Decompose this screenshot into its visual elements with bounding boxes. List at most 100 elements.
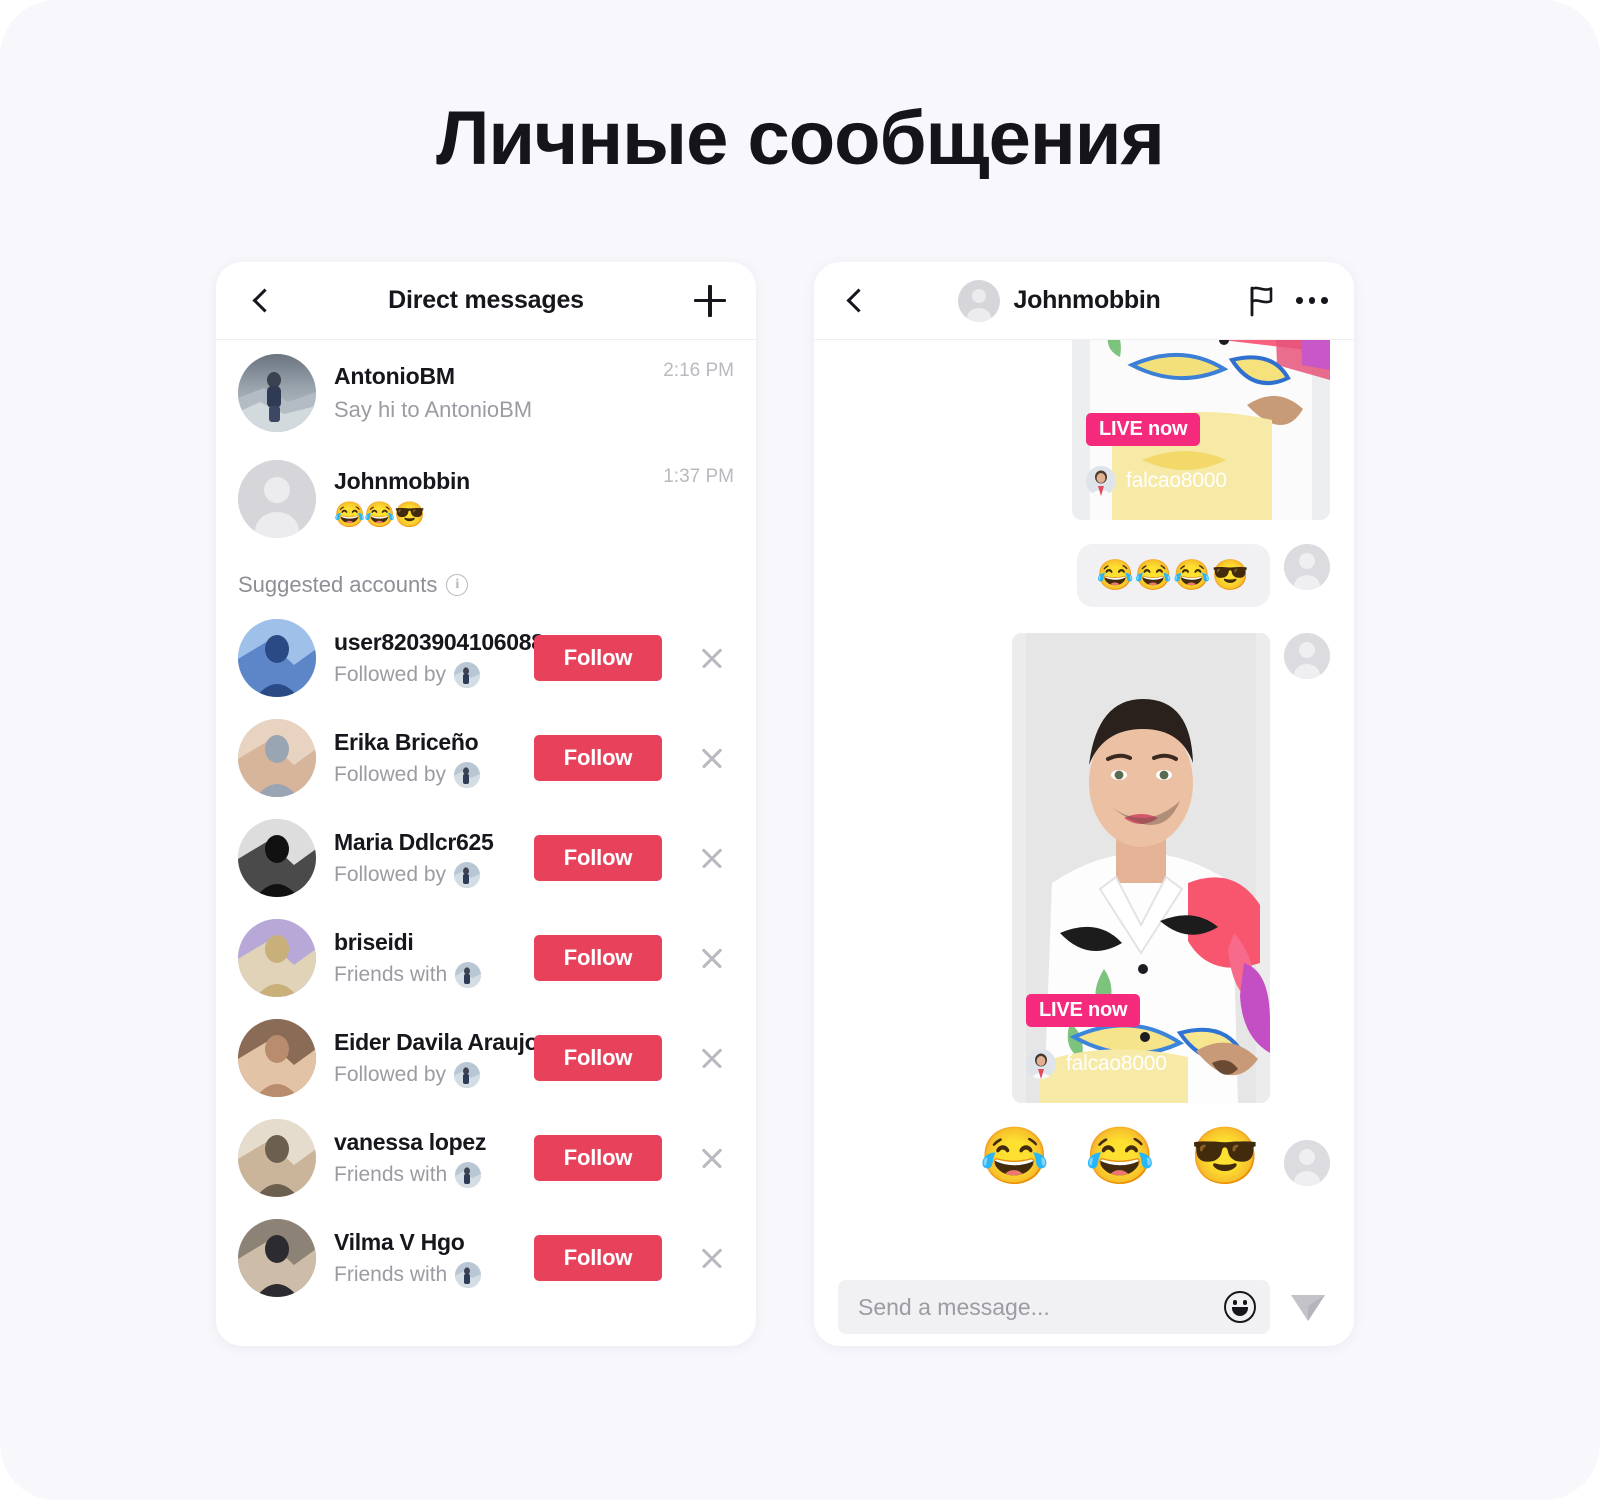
message-input-wrapper[interactable] [838, 1280, 1270, 1334]
avatar [238, 719, 316, 797]
follow-button[interactable]: Follow [534, 1135, 662, 1181]
avatar-photo [238, 1119, 316, 1197]
list-item[interactable]: Johnmobbin 😂😂😎 1:37 PM [216, 446, 756, 552]
list-item[interactable]: Eider Davila Araujo Followed by Follow [216, 1008, 756, 1108]
mutual-friend-avatar [454, 661, 481, 688]
suggested-accounts-label: Suggested accounts [238, 572, 438, 597]
message-bubble[interactable]: 😂😂😂😎 [1076, 544, 1270, 607]
dismiss-suggestion-button[interactable] [690, 936, 734, 980]
live-host-avatar-photo [1026, 1049, 1056, 1079]
mutual-friend-avatar [455, 1161, 482, 1188]
conversation-time: 1:37 PM [663, 466, 734, 487]
follow-button[interactable]: Follow [534, 935, 662, 981]
mutual-friend-avatar [454, 761, 481, 788]
account-relation: Followed by [334, 861, 516, 888]
list-item[interactable]: vanessa lopez Friends with Follow [216, 1108, 756, 1208]
list-item[interactable]: Maria Ddlcr625 Followed by Follow [216, 808, 756, 908]
follow-button[interactable]: Follow [534, 1035, 662, 1081]
live-username-row: falcao8000 [1086, 466, 1227, 496]
avatar-photo [238, 619, 316, 697]
account-relation-label: Followed by [334, 1062, 447, 1086]
default-avatar-icon [1284, 1140, 1330, 1186]
message-row: LIVE now falcao8000 [838, 633, 1330, 1103]
list-item-body: vanessa lopez Friends with [334, 1128, 516, 1188]
avatar [238, 819, 316, 897]
list-item-body: Eider Davila Araujo Followed by [334, 1028, 539, 1088]
list-item[interactable]: Erika Briceño Followed by Follow [216, 708, 756, 808]
live-host-avatar [1086, 466, 1116, 496]
dm-header: Direct messages [216, 262, 756, 340]
live-thumbnail [1012, 633, 1270, 1103]
follow-button[interactable]: Follow [534, 1235, 662, 1281]
info-icon[interactable]: i [446, 574, 469, 596]
avatar-photo [238, 1019, 316, 1097]
new-message-button[interactable] [690, 281, 730, 321]
conversation-time: 2:16 PM [663, 360, 734, 381]
avatar-photo [238, 719, 316, 797]
chat-header-center: Johnmobbin [886, 279, 1232, 322]
list-item-body: Maria Ddlcr625 Followed by [334, 828, 516, 888]
send-button[interactable] [1286, 1285, 1330, 1329]
message-row: LIVE now falcao8000 [838, 340, 1330, 520]
list-item-body: Johnmobbin 😂😂😎 [334, 467, 645, 532]
account-name: Erika Briceño [334, 729, 479, 756]
chevron-left-icon [846, 288, 871, 313]
conversation-preview: Say hi to AntonioBM [334, 397, 533, 423]
list-item[interactable]: AntonioBM Say hi to AntonioBM 2:16 PM [216, 340, 756, 446]
chat-panel: Johnmobbin LIVE now falcao8000 😂😂😂😎 LIVE… [814, 262, 1354, 1346]
back-button[interactable] [242, 281, 282, 321]
mutual-friend-avatar-photo [454, 861, 481, 888]
chevron-left-icon [252, 288, 277, 313]
account-relation: Followed by [334, 1061, 516, 1088]
message-emoji-large[interactable]: 😂 😂 😎 [980, 1123, 1270, 1189]
more-options-button[interactable] [1292, 281, 1332, 321]
avatar-photo [238, 1219, 316, 1297]
follow-button[interactable]: Follow [534, 835, 662, 881]
dismiss-suggestion-button[interactable] [690, 636, 734, 680]
account-relation: Friends with [334, 961, 516, 988]
dismiss-suggestion-button[interactable] [690, 1036, 734, 1080]
list-item-body: Erika Briceño Followed by [334, 728, 516, 788]
dismiss-suggestion-button[interactable] [690, 836, 734, 880]
avatar [238, 1019, 316, 1097]
report-button[interactable] [1242, 281, 1282, 321]
dismiss-suggestion-button[interactable] [690, 1136, 734, 1180]
live-host-avatar-photo [1086, 466, 1116, 496]
follow-button[interactable]: Follow [534, 735, 662, 781]
mutual-friend-avatar [454, 861, 481, 888]
chat-message-area[interactable]: LIVE now falcao8000 😂😂😂😎 LIVE now falcao… [814, 340, 1354, 1268]
account-name: Eider Davila Araujo [334, 1029, 539, 1056]
live-share-card[interactable]: LIVE now falcao8000 [1072, 340, 1330, 520]
list-item[interactable]: Vilma V Hgo Friends with Follow [216, 1208, 756, 1308]
chat-title: Johnmobbin [1013, 286, 1161, 314]
mutual-friend-avatar [455, 1261, 482, 1288]
mutual-friend-avatar-photo [455, 1261, 482, 1288]
suggested-accounts-list: user8203904106088 Followed by Follow Erika … [216, 608, 756, 1308]
avatar [957, 279, 1000, 322]
account-relation: Followed by [334, 661, 516, 688]
message-input[interactable] [858, 1293, 1214, 1321]
dismiss-suggestion-button[interactable] [690, 1236, 734, 1280]
default-avatar-icon [1284, 633, 1330, 679]
conversation-list: AntonioBM Say hi to AntonioBM 2:16 PM Jo… [216, 340, 756, 556]
avatar [238, 1119, 316, 1197]
back-button[interactable] [836, 281, 876, 321]
live-share-card[interactable]: LIVE now falcao8000 [1012, 633, 1270, 1103]
list-item[interactable]: briseidi Friends with Follow [216, 908, 756, 1008]
account-relation: Followed by [334, 761, 516, 788]
smiley-icon[interactable] [1224, 1291, 1256, 1323]
avatar [238, 919, 316, 997]
account-relation-label: Followed by [334, 762, 447, 786]
follow-button[interactable]: Follow [534, 635, 662, 681]
dismiss-suggestion-button[interactable] [690, 736, 734, 780]
mutual-friend-avatar-photo [454, 1061, 481, 1088]
list-item-body: AntonioBM Say hi to AntonioBM [334, 362, 645, 423]
avatar-photo [238, 354, 316, 432]
avatar [238, 354, 316, 432]
account-relation-label: Friends with [334, 1162, 448, 1186]
conversation-preview: 😂😂😎 [334, 501, 425, 530]
live-username-row: falcao8000 [1026, 1049, 1167, 1079]
list-item-body: Vilma V Hgo Friends with [334, 1228, 516, 1288]
mutual-friend-avatar-photo [455, 961, 482, 988]
list-item[interactable]: user8203904106088 Followed by Follow [216, 608, 756, 708]
